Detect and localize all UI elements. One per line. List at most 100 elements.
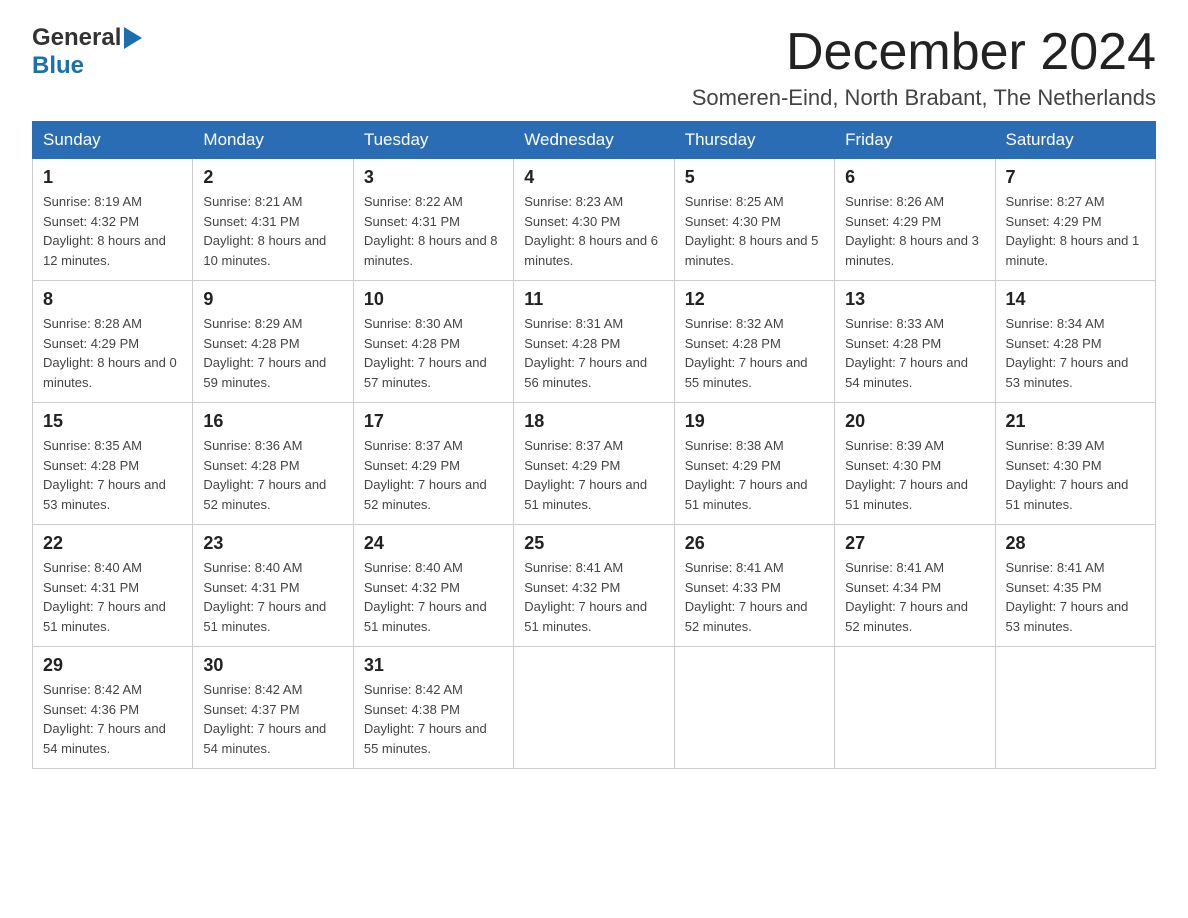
day-number: 4 — [524, 167, 663, 188]
calendar-table: SundayMondayTuesdayWednesdayThursdayFrid… — [32, 121, 1156, 769]
day-number: 11 — [524, 289, 663, 310]
calendar-cell: 30Sunrise: 8:42 AMSunset: 4:37 PMDayligh… — [193, 647, 353, 769]
day-info: Sunrise: 8:32 AMSunset: 4:28 PMDaylight:… — [685, 314, 824, 392]
calendar-cell: 15 Sunrise: 8:35 AMSunset: 4:28 PMDayligh… — [33, 403, 193, 525]
calendar-cell: 10 Sunrise: 8:30 AMSunset: 4:28 PMDayligh… — [353, 281, 513, 403]
day-info: Sunrise: 8:22 AMSunset: 4:31 PMDaylight:… — [364, 192, 503, 270]
calendar-cell: 9 Sunrise: 8:29 AMSunset: 4:28 PMDaylight… — [193, 281, 353, 403]
day-number: 23 — [203, 533, 342, 554]
calendar-cell: 12 Sunrise: 8:32 AMSunset: 4:28 PMDayligh… — [674, 281, 834, 403]
day-info: Sunrise: 8:41 AMSunset: 4:32 PMDaylight:… — [524, 558, 663, 636]
weekday-header-saturday: Saturday — [995, 122, 1155, 159]
day-info: Sunrise: 8:30 AMSunset: 4:28 PMDaylight:… — [364, 314, 503, 392]
calendar-cell: 20 Sunrise: 8:39 AMSunset: 4:30 PMDayligh… — [835, 403, 995, 525]
day-number: 7 — [1006, 167, 1145, 188]
weekday-header-tuesday: Tuesday — [353, 122, 513, 159]
day-number: 20 — [845, 411, 984, 432]
calendar-cell — [995, 647, 1155, 769]
calendar-week-1: 1 Sunrise: 8:19 AMSunset: 4:32 PMDaylight… — [33, 159, 1156, 281]
day-number: 6 — [845, 167, 984, 188]
calendar-body: 1 Sunrise: 8:19 AMSunset: 4:32 PMDaylight… — [33, 159, 1156, 769]
day-number: 9 — [203, 289, 342, 310]
day-info: Sunrise: 8:41 AMSunset: 4:33 PMDaylight:… — [685, 558, 824, 636]
day-info: Sunrise: 8:40 AMSunset: 4:31 PMDaylight:… — [43, 558, 182, 636]
location-subtitle: Someren-Eind, North Brabant, The Netherl… — [692, 85, 1156, 111]
title-block: December 2024 Someren-Eind, North Braban… — [692, 24, 1156, 111]
day-number: 28 — [1006, 533, 1145, 554]
day-number: 15 — [43, 411, 182, 432]
day-info: Sunrise: 8:34 AMSunset: 4:28 PMDaylight:… — [1006, 314, 1145, 392]
calendar-cell: 7Sunrise: 8:27 AMSunset: 4:29 PMDaylight… — [995, 159, 1155, 281]
day-number: 22 — [43, 533, 182, 554]
day-number: 27 — [845, 533, 984, 554]
calendar-cell: 24 Sunrise: 8:40 AMSunset: 4:32 PMDayligh… — [353, 525, 513, 647]
calendar-cell: 5Sunrise: 8:25 AMSunset: 4:30 PMDaylight… — [674, 159, 834, 281]
day-number: 16 — [203, 411, 342, 432]
calendar-week-5: 29Sunrise: 8:42 AMSunset: 4:36 PMDayligh… — [33, 647, 1156, 769]
calendar-cell — [674, 647, 834, 769]
calendar-cell: 25 Sunrise: 8:41 AMSunset: 4:32 PMDayligh… — [514, 525, 674, 647]
day-info: Sunrise: 8:40 AMSunset: 4:32 PMDaylight:… — [364, 558, 503, 636]
calendar-cell: 18Sunrise: 8:37 AMSunset: 4:29 PMDayligh… — [514, 403, 674, 525]
calendar-week-2: 8Sunrise: 8:28 AMSunset: 4:29 PMDaylight… — [33, 281, 1156, 403]
calendar-cell: 16 Sunrise: 8:36 AMSunset: 4:28 PMDayligh… — [193, 403, 353, 525]
calendar-header: SundayMondayTuesdayWednesdayThursdayFrid… — [33, 122, 1156, 159]
logo-blue-text: Blue — [32, 52, 84, 80]
logo: General Blue — [32, 24, 142, 80]
day-number: 19 — [685, 411, 824, 432]
logo-general-text: General — [32, 24, 121, 52]
calendar-cell: 11 Sunrise: 8:31 AMSunset: 4:28 PMDayligh… — [514, 281, 674, 403]
calendar-cell — [514, 647, 674, 769]
day-number: 12 — [685, 289, 824, 310]
day-info: Sunrise: 8:39 AMSunset: 4:30 PMDaylight:… — [845, 436, 984, 514]
calendar-cell: 23 Sunrise: 8:40 AMSunset: 4:31 PMDayligh… — [193, 525, 353, 647]
day-info: Sunrise: 8:28 AMSunset: 4:29 PMDaylight:… — [43, 314, 182, 392]
day-number: 25 — [524, 533, 663, 554]
day-info: Sunrise: 8:40 AMSunset: 4:31 PMDaylight:… — [203, 558, 342, 636]
day-number: 21 — [1006, 411, 1145, 432]
calendar-cell: 28Sunrise: 8:41 AMSunset: 4:35 PMDayligh… — [995, 525, 1155, 647]
calendar-cell: 31 Sunrise: 8:42 AMSunset: 4:38 PMDayligh… — [353, 647, 513, 769]
day-number: 14 — [1006, 289, 1145, 310]
day-number: 13 — [845, 289, 984, 310]
calendar-cell — [835, 647, 995, 769]
day-info: Sunrise: 8:33 AMSunset: 4:28 PMDaylight:… — [845, 314, 984, 392]
day-number: 18 — [524, 411, 663, 432]
day-info: Sunrise: 8:41 AMSunset: 4:34 PMDaylight:… — [845, 558, 984, 636]
day-number: 1 — [43, 167, 182, 188]
calendar-cell: 14 Sunrise: 8:34 AMSunset: 4:28 PMDayligh… — [995, 281, 1155, 403]
calendar-cell: 6Sunrise: 8:26 AMSunset: 4:29 PMDaylight… — [835, 159, 995, 281]
day-info: Sunrise: 8:29 AMSunset: 4:28 PMDaylight:… — [203, 314, 342, 392]
weekday-header-sunday: Sunday — [33, 122, 193, 159]
calendar-cell: 22 Sunrise: 8:40 AMSunset: 4:31 PMDayligh… — [33, 525, 193, 647]
calendar-cell: 29Sunrise: 8:42 AMSunset: 4:36 PMDayligh… — [33, 647, 193, 769]
day-number: 24 — [364, 533, 503, 554]
calendar-cell: 13 Sunrise: 8:33 AMSunset: 4:28 PMDayligh… — [835, 281, 995, 403]
day-info: Sunrise: 8:31 AMSunset: 4:28 PMDaylight:… — [524, 314, 663, 392]
day-number: 10 — [364, 289, 503, 310]
day-number: 30 — [203, 655, 342, 676]
day-info: Sunrise: 8:19 AMSunset: 4:32 PMDaylight:… — [43, 192, 182, 270]
day-info: Sunrise: 8:36 AMSunset: 4:28 PMDaylight:… — [203, 436, 342, 514]
calendar-cell: 2 Sunrise: 8:21 AMSunset: 4:31 PMDaylight… — [193, 159, 353, 281]
calendar-week-3: 15 Sunrise: 8:35 AMSunset: 4:28 PMDayligh… — [33, 403, 1156, 525]
day-number: 2 — [203, 167, 342, 188]
calendar-cell: 1 Sunrise: 8:19 AMSunset: 4:32 PMDaylight… — [33, 159, 193, 281]
day-number: 5 — [685, 167, 824, 188]
calendar-cell: 4Sunrise: 8:23 AMSunset: 4:30 PMDaylight… — [514, 159, 674, 281]
page-header: General Blue December 2024 Someren-Eind,… — [32, 24, 1156, 111]
weekday-header-friday: Friday — [835, 122, 995, 159]
day-number: 17 — [364, 411, 503, 432]
day-info: Sunrise: 8:35 AMSunset: 4:28 PMDaylight:… — [43, 436, 182, 514]
day-number: 26 — [685, 533, 824, 554]
calendar-cell: 8Sunrise: 8:28 AMSunset: 4:29 PMDaylight… — [33, 281, 193, 403]
calendar-cell: 27 Sunrise: 8:41 AMSunset: 4:34 PMDayligh… — [835, 525, 995, 647]
day-info: Sunrise: 8:42 AMSunset: 4:38 PMDaylight:… — [364, 680, 503, 758]
day-info: Sunrise: 8:21 AMSunset: 4:31 PMDaylight:… — [203, 192, 342, 270]
day-info: Sunrise: 8:38 AMSunset: 4:29 PMDaylight:… — [685, 436, 824, 514]
day-number: 31 — [364, 655, 503, 676]
day-number: 3 — [364, 167, 503, 188]
day-info: Sunrise: 8:37 AMSunset: 4:29 PMDaylight:… — [364, 436, 503, 514]
weekday-header-wednesday: Wednesday — [514, 122, 674, 159]
weekday-header-monday: Monday — [193, 122, 353, 159]
